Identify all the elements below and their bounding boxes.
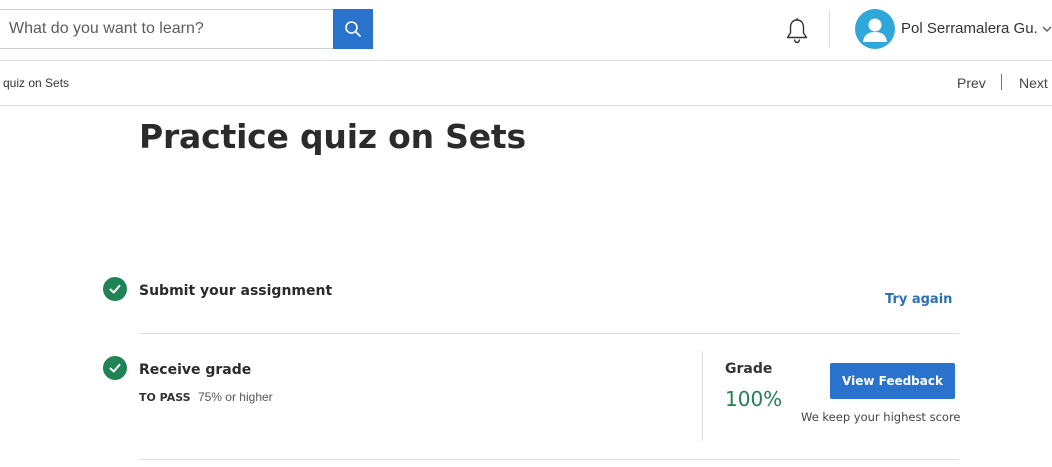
- try-again-link[interactable]: Try again: [885, 292, 952, 307]
- step-divider: [139, 459, 959, 460]
- chevron-down-icon[interactable]: [1042, 24, 1052, 34]
- header-divider: [829, 10, 830, 48]
- search-box: [0, 9, 334, 49]
- bell-icon: [786, 18, 808, 44]
- search-button[interactable]: [333, 9, 373, 49]
- step-divider: [139, 333, 959, 334]
- step-complete-icon: [103, 277, 127, 301]
- checkmark-icon: [109, 363, 121, 373]
- item-navigation-bar: quiz on Sets Prev Next: [0, 61, 1052, 106]
- notifications-button[interactable]: [784, 17, 810, 45]
- user-avatar[interactable]: [855, 9, 895, 49]
- grade-divider: [702, 351, 703, 441]
- next-link[interactable]: Next: [1019, 75, 1048, 91]
- view-feedback-button[interactable]: View Feedback: [830, 363, 955, 399]
- pass-label: TO PASS: [139, 391, 191, 404]
- nav-separator: [1001, 74, 1002, 90]
- search-input[interactable]: [0, 10, 334, 48]
- user-name[interactable]: Pol Serramalera Gu...: [901, 20, 1039, 37]
- step-complete-icon: [103, 356, 127, 380]
- highest-score-note: We keep your highest score: [801, 410, 961, 424]
- step-title-submit: Submit your assignment: [139, 283, 333, 299]
- grade-value: 100%: [725, 387, 783, 411]
- grade-label: Grade: [725, 361, 773, 377]
- checkmark-icon: [109, 284, 121, 294]
- step-title-grade: Receive grade: [139, 362, 252, 378]
- pass-value: 75% or higher: [197, 390, 273, 404]
- search-icon: [345, 21, 361, 37]
- user-avatar-icon: [863, 18, 887, 42]
- pass-requirement: TO PASS 75% or higher: [139, 390, 273, 404]
- top-header: Pol Serramalera Gu...: [0, 0, 1052, 61]
- page-title: Practice quiz on Sets: [139, 117, 526, 156]
- prev-link[interactable]: Prev: [957, 75, 986, 91]
- breadcrumb[interactable]: quiz on Sets: [3, 76, 69, 90]
